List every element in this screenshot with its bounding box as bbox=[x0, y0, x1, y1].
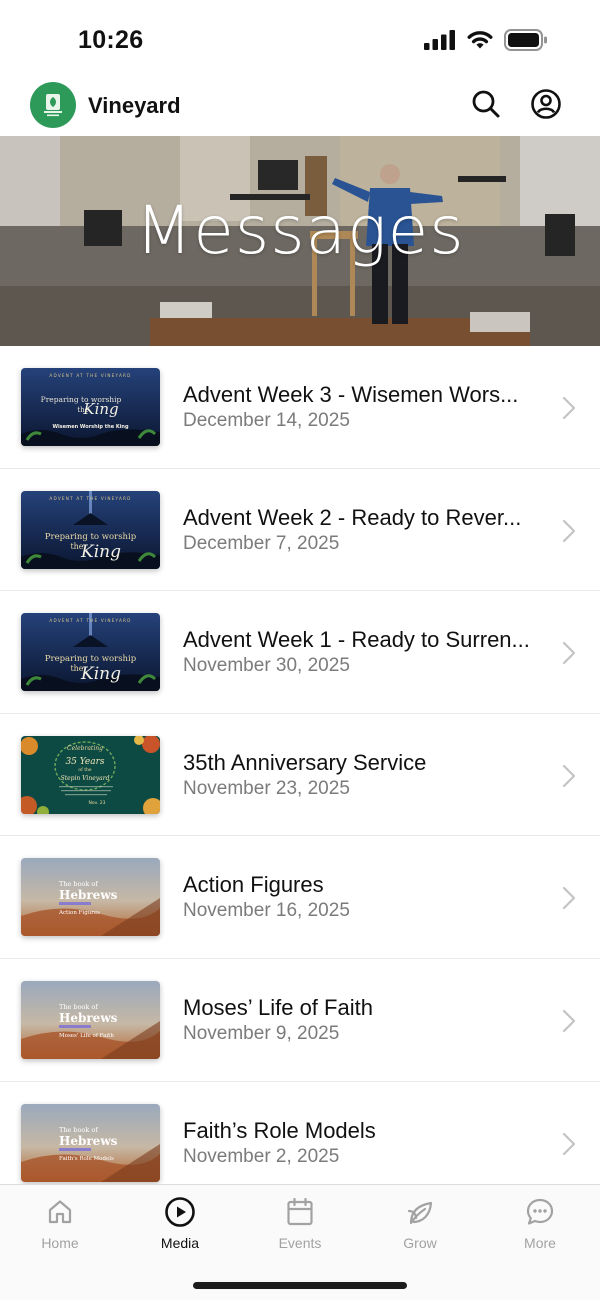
thumb-line3: of the bbox=[78, 767, 92, 773]
chevron-right-icon bbox=[562, 887, 576, 910]
message-row[interactable]: ADVENT AT THE VINEYARD Preparing to wors… bbox=[0, 469, 600, 592]
search-button[interactable] bbox=[469, 87, 503, 121]
thumb-script: King bbox=[80, 542, 121, 562]
message-date: November 23, 2025 bbox=[183, 777, 350, 799]
message-row[interactable]: Celebrating 35 Years of the Stepin Viney… bbox=[0, 714, 600, 837]
thumb-line2: Hebrews bbox=[59, 1134, 118, 1148]
thumb-sub: Faith's Role Models bbox=[59, 1156, 114, 1162]
message-title: Action Figures bbox=[183, 872, 324, 898]
tab-label: More bbox=[524, 1235, 556, 1251]
app-title: Vineyard bbox=[88, 93, 181, 118]
status-bar: 10:26 bbox=[0, 0, 600, 76]
chevron-right-icon bbox=[562, 519, 576, 542]
status-time: 10:26 bbox=[78, 26, 144, 54]
thumb-date: Nov. 23 bbox=[88, 800, 105, 806]
search-icon bbox=[472, 90, 500, 118]
message-thumbnail: The book of Hebrews Moses' Life of Faith bbox=[21, 980, 160, 1059]
thumb-line2: Hebrews bbox=[59, 888, 118, 902]
home-indicator[interactable] bbox=[193, 1282, 407, 1289]
tab-grow[interactable]: Grow bbox=[360, 1185, 480, 1261]
chevron-right-icon bbox=[562, 1009, 576, 1033]
banner-title: Messages bbox=[135, 192, 465, 269]
thumb-top-text: ADVENT AT THE VINEYARD bbox=[49, 618, 131, 623]
wifi-icon bbox=[467, 31, 493, 49]
thumb-top-text: ADVENT AT THE VINEYARD bbox=[49, 373, 131, 378]
tab-events[interactable]: Events bbox=[240, 1185, 360, 1261]
message-thumbnail: ADVENT AT THE VINEYARD Preparing to wors… bbox=[21, 490, 160, 569]
message-thumbnail: ADVENT AT THE VINEYARD Preparing to wors… bbox=[21, 613, 160, 692]
message-title: Advent Week 2 - Ready to Rever... bbox=[183, 504, 522, 530]
vineyard-logo-icon[interactable] bbox=[30, 82, 76, 128]
message-date: November 30, 2025 bbox=[183, 655, 350, 677]
signal-icon bbox=[424, 30, 455, 50]
thumb-line4: Stepin Vineyard bbox=[61, 775, 110, 782]
chevron-right-icon bbox=[562, 1132, 576, 1155]
tab-media[interactable]: Media bbox=[120, 1185, 240, 1261]
thumb-line2: 35 Years bbox=[65, 757, 104, 767]
chevron-right-icon bbox=[562, 396, 576, 420]
message-row[interactable]: ADVENT AT THE VINEYARD Preparing to wors… bbox=[0, 591, 600, 714]
message-date: December 7, 2025 bbox=[183, 532, 340, 554]
chat-bubble-icon bbox=[526, 1198, 554, 1225]
message-thumbnail: The book of Hebrews Action Figures bbox=[21, 858, 160, 937]
message-thumbnail: ADVENT AT THE VINEYARD Preparing to wors… bbox=[21, 368, 160, 446]
thumb-line1: Preparing to worship bbox=[45, 532, 137, 542]
thumb-sub: Action Figures bbox=[58, 910, 100, 916]
thumb-line1: Preparing to worship bbox=[45, 654, 137, 664]
message-list: ADVENT AT THE VINEYARD Preparing to wors… bbox=[0, 346, 600, 1205]
play-circle-icon bbox=[165, 1197, 195, 1227]
message-date: November 9, 2025 bbox=[183, 1022, 340, 1044]
message-title: Advent Week 3 - Wisemen Wors... bbox=[183, 382, 519, 407]
thumb-line1: The book of bbox=[59, 880, 98, 888]
thumb-script: King bbox=[82, 400, 118, 418]
thumb-line1: The book of bbox=[59, 1126, 98, 1134]
thumb-sub: Moses' Life of Faith bbox=[59, 1033, 114, 1039]
thumb-line1: The book of bbox=[59, 1003, 98, 1011]
message-thumbnail: Celebrating 35 Years of the Stepin Viney… bbox=[21, 735, 160, 814]
message-row[interactable]: ADVENT AT THE VINEYARD Preparing to wors… bbox=[0, 346, 600, 469]
tab-label: Grow bbox=[403, 1235, 437, 1251]
message-title: Advent Week 1 - Ready to Surren... bbox=[183, 627, 530, 653]
message-title: Faith’s Role Models bbox=[183, 1117, 376, 1143]
chevron-right-icon bbox=[562, 642, 576, 665]
thumb-script: King bbox=[80, 664, 121, 684]
status-icons bbox=[424, 29, 548, 51]
message-date: November 2, 2025 bbox=[183, 1145, 340, 1167]
message-date: November 16, 2025 bbox=[183, 900, 350, 922]
calendar-icon bbox=[287, 1197, 313, 1226]
home-icon bbox=[48, 1200, 72, 1224]
battery-icon bbox=[504, 29, 547, 51]
message-title: 35th Anniversary Service bbox=[183, 749, 427, 775]
message-row[interactable]: The book of Hebrews Moses' Life of Faith… bbox=[0, 959, 600, 1082]
message-thumbnail: The book of Hebrews Faith's Role Models bbox=[21, 1103, 160, 1182]
profile-button[interactable] bbox=[529, 87, 563, 121]
tab-more[interactable]: More bbox=[480, 1185, 600, 1261]
chevron-right-icon bbox=[562, 764, 576, 787]
app-header: Vineyard bbox=[0, 76, 600, 136]
message-title: Moses’ Life of Faith bbox=[183, 994, 373, 1020]
message-date: December 14, 2025 bbox=[183, 410, 350, 431]
thumb-sub: Wisemen Worship the King bbox=[52, 424, 129, 430]
leaf-icon bbox=[407, 1201, 433, 1225]
user-circle-icon bbox=[531, 89, 561, 119]
tab-bar: Home Media Events Grow More bbox=[0, 1184, 600, 1300]
tab-label: Media bbox=[160, 1235, 200, 1251]
thumb-line1: Celebrating bbox=[67, 745, 103, 752]
message-row[interactable]: The book of Hebrews Action Figures Actio… bbox=[0, 836, 600, 959]
tab-home[interactable]: Home bbox=[0, 1185, 120, 1261]
messages-banner: Messages bbox=[0, 136, 600, 346]
tab-label: Events bbox=[278, 1235, 322, 1251]
thumb-line2: Hebrews bbox=[59, 1011, 118, 1025]
thumb-top-text: ADVENT AT THE VINEYARD bbox=[49, 496, 131, 501]
tab-label: Home bbox=[41, 1235, 79, 1251]
